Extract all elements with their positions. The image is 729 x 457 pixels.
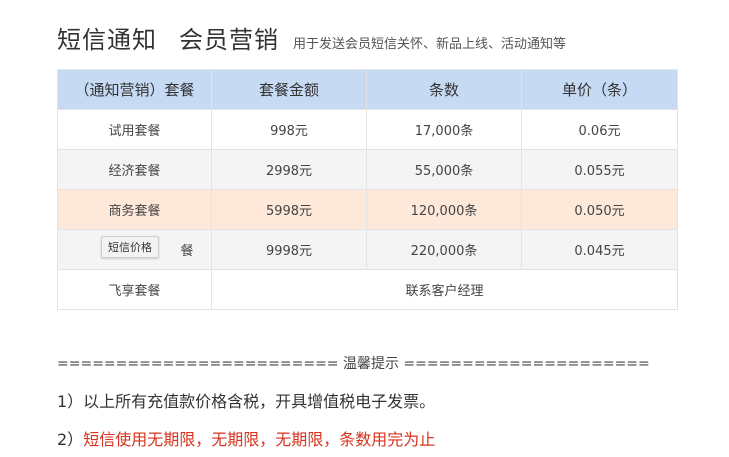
tip-line-2-highlight: 短信使用无期限，无期限，无期限，条数用完为止 <box>83 430 436 449</box>
tip-line-2-prefix: 2） <box>57 430 84 449</box>
package-name: 经济套餐 <box>57 149 212 190</box>
package-count: 220,000条 <box>366 229 522 270</box>
tooltip: 短信价格 <box>101 236 159 258</box>
package-count: 17,000条 <box>366 109 522 150</box>
tip-line-1: 1）以上所有充值款价格含税，开具增值税电子发票。 <box>57 392 436 411</box>
contact-manager-cell: 联系客户经理 <box>211 269 678 310</box>
package-amount: 2998元 <box>211 149 367 190</box>
header-package: （通知营销）套餐 <box>57 69 212 110</box>
header-count: 条数 <box>366 69 522 110</box>
header-unit-price: 单价（条） <box>521 69 678 110</box>
page-subtitle: 会员营销 <box>179 26 279 54</box>
page-title: 短信通知 <box>57 26 157 54</box>
package-name: 飞享套餐 <box>57 269 212 310</box>
package-name: 商务套餐 <box>57 189 212 230</box>
table-header-row: （通知营销）套餐 套餐金额 条数 单价（条） <box>57 69 678 110</box>
package-unit-price: 0.06元 <box>521 109 678 150</box>
package-amount: 998元 <box>211 109 367 150</box>
tip-line-2: 2）短信使用无期限，无期限，无期限，条数用完为止 <box>57 426 435 450</box>
table-row: 经济套餐 2998元 55,000条 0.055元 <box>57 149 678 190</box>
table-row: 试用套餐 998元 17,000条 0.06元 <box>57 109 678 150</box>
package-unit-price: 0.055元 <box>521 149 678 190</box>
table-row: 飞享套餐 联系客户经理 <box>57 269 678 310</box>
package-name: 试用套餐 <box>57 109 212 150</box>
package-unit-price: 0.045元 <box>521 229 678 270</box>
table-row-highlighted: 商务套餐 5998元 120,000条 0.050元 <box>57 189 678 230</box>
page-heading: 短信通知 会员营销 用于发送会员短信关怀、新品上线、活动通知等 <box>57 20 566 55</box>
package-unit-price: 0.050元 <box>521 189 678 230</box>
package-amount: 5998元 <box>211 189 367 230</box>
tips-divider: ======================== 温馨提示 ==========… <box>57 356 650 372</box>
page-description: 用于发送会员短信关怀、新品上线、活动通知等 <box>293 37 567 52</box>
package-count: 55,000条 <box>366 149 522 190</box>
header-amount: 套餐金额 <box>211 69 367 110</box>
package-count: 120,000条 <box>366 189 522 230</box>
pricing-table: （通知营销）套餐 套餐金额 条数 单价（条） 试用套餐 998元 17,000条… <box>57 69 678 310</box>
package-amount: 9998元 <box>211 229 367 270</box>
